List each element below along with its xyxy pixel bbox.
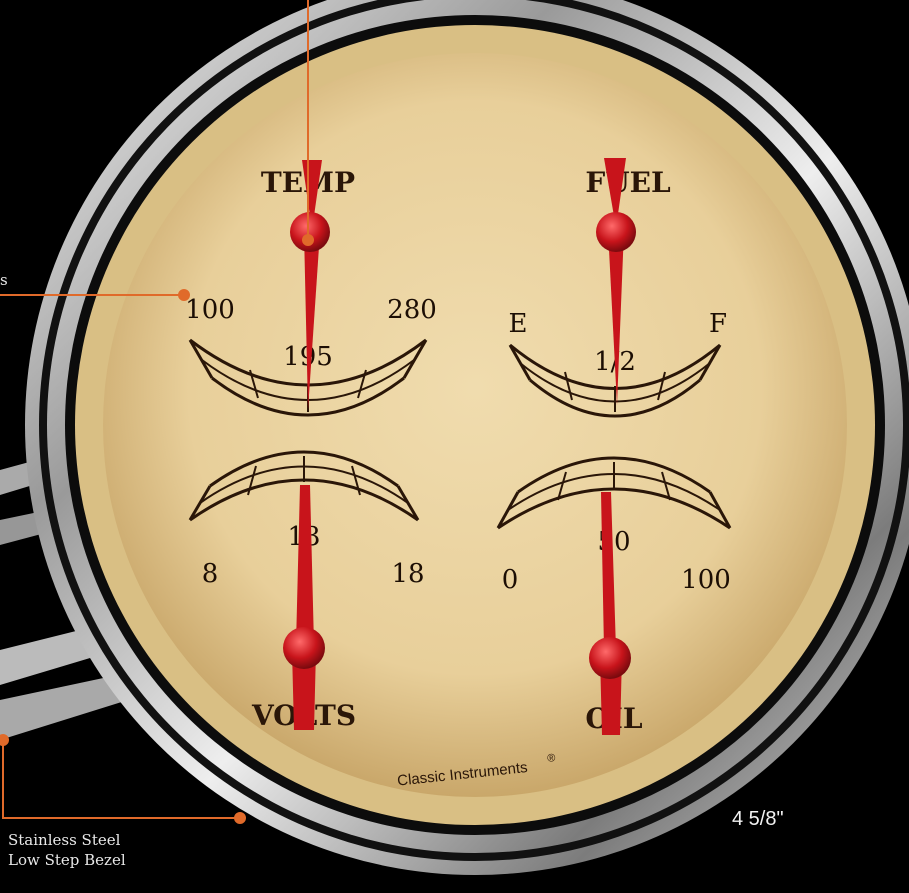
fuel-needle-hub (596, 212, 636, 252)
dial-face (103, 53, 847, 797)
temp-min-label: 100 (185, 295, 235, 325)
bezel-callout-line1: Stainless Steel (8, 831, 121, 849)
callout-dot-top (302, 234, 314, 246)
brand-trademark: ® (547, 752, 556, 765)
callout-dot-bezel-end (234, 812, 246, 824)
volts-min-label: 8 (202, 559, 219, 589)
fuel-title: FUEL (585, 166, 671, 199)
size-label: 4 5/8" (732, 808, 784, 830)
temp-max-label: 280 (387, 295, 437, 325)
callout-partial-label: s (0, 271, 8, 289)
callout-dot-left (178, 289, 190, 301)
gauge-illustration: TEMP 100 280 195 FUEL E F 1/2 13 8 (0, 0, 909, 875)
volts-max-label: 18 (391, 559, 424, 589)
temp-needle-hub (290, 212, 330, 252)
bezel-callout-line2: Low Step Bezel (8, 851, 126, 869)
oil-needle-hub (589, 637, 631, 679)
product-diagram: TEMP 100 280 195 FUEL E F 1/2 13 8 (0, 0, 909, 888)
fuel-max-label: F (709, 309, 727, 339)
volts-needle-hub (283, 627, 325, 669)
oil-min-label: 0 (502, 565, 519, 595)
fuel-min-label: E (509, 309, 528, 339)
callout-dot-bezel-start (0, 734, 9, 746)
oil-max-label: 100 (681, 565, 731, 595)
